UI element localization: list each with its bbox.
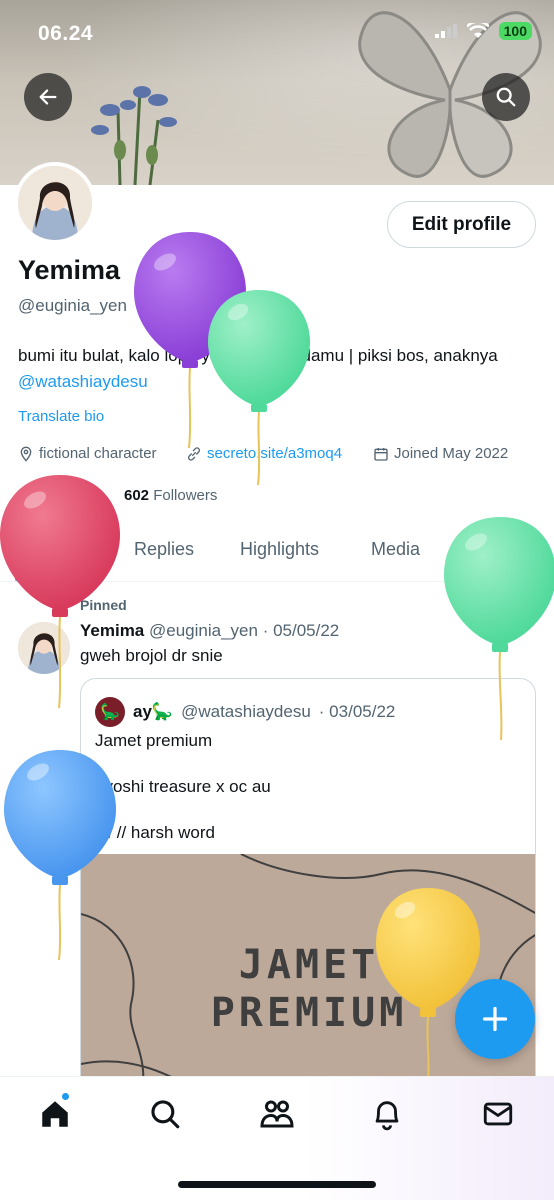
website-link[interactable]: secreto.site/a3moq4 — [207, 445, 342, 462]
calendar-icon — [374, 447, 388, 461]
tweet-date: · 05/05/22 — [262, 621, 340, 640]
mail-icon — [483, 1102, 513, 1126]
communities-icon — [260, 1100, 294, 1128]
location-text: fictional character — [39, 445, 157, 462]
quote-line-1: Jamet premium — [95, 731, 213, 750]
profile-avatar[interactable] — [14, 162, 96, 244]
active-tab-indicator — [15, 577, 97, 581]
profile-tabs: Posts Replies Highlights Media Likes — [0, 520, 554, 582]
quote-image-text-1: JAMET — [238, 942, 380, 988]
location-pin-icon — [20, 446, 32, 462]
search-icon — [496, 87, 516, 107]
search-icon — [151, 1100, 180, 1129]
purple-balloon — [134, 232, 246, 449]
tweet-author-avatar[interactable] — [18, 622, 70, 674]
nav-messages[interactable] — [478, 1094, 518, 1134]
tab-likes[interactable]: Likes — [477, 539, 519, 560]
quote-line-2: ; yoshi treasure x oc au — [95, 777, 271, 796]
home-icon — [42, 1101, 68, 1127]
avatar-photo — [18, 166, 92, 240]
tweet-avatar-photo — [18, 622, 70, 674]
joined-item: Joined May 2022 — [373, 445, 508, 462]
quote-line-3: tw // harsh word — [95, 823, 215, 842]
bell-icon — [375, 1101, 399, 1131]
quote-date: · 03/05/22 — [318, 702, 396, 721]
tweet-header: Yemima @euginia_yen · 05/05/22 — [80, 621, 339, 641]
following-link[interactable]: 85 Following — [18, 487, 102, 504]
nav-notifications[interactable] — [367, 1094, 407, 1134]
followers-link[interactable]: 602 Followers — [124, 487, 217, 504]
battery-indicator: 100 — [498, 22, 532, 40]
nav-search[interactable] — [145, 1094, 185, 1134]
profile-bio: bumi itu bulat, kalo lope ya cintaku pad… — [18, 343, 538, 395]
quote-image[interactable]: JAMET PREMIUM — [81, 854, 535, 1097]
website-item[interactable]: secreto.site/a3moq4 — [186, 445, 342, 462]
tab-posts[interactable]: Posts — [32, 539, 81, 560]
nav-communities[interactable] — [257, 1094, 297, 1134]
compose-button[interactable] — [455, 979, 535, 1059]
pinned-indicator: Pinned — [56, 597, 127, 613]
banner-plant — [91, 86, 177, 185]
edit-profile-button[interactable]: Edit profile — [387, 201, 536, 248]
profile-handle: @euginia_yen — [18, 296, 127, 315]
quote-author-handle: @watashiaydesu — [181, 702, 311, 721]
following-count: 85 — [18, 487, 35, 504]
plus-icon — [482, 1006, 508, 1032]
location-item: fictional character — [18, 445, 157, 462]
status-icons: 100 — [434, 22, 532, 40]
tweet-author-name[interactable]: Yemima — [80, 621, 144, 640]
tweet-text: gweh brojol dr snie — [80, 646, 223, 665]
nav-home[interactable] — [35, 1092, 75, 1134]
tweet-more-icon[interactable]: ··· — [510, 617, 528, 638]
tab-replies[interactable]: Replies — [134, 539, 194, 560]
search-button[interactable] — [482, 73, 530, 121]
tab-highlights[interactable]: Highlights — [240, 539, 319, 560]
quote-header: 🦕 ay🦕 @watashiaydesu · 03/05/22 — [95, 697, 395, 727]
wifi-icon — [466, 23, 489, 38]
joined-date: Joined May 2022 — [394, 445, 509, 462]
followers-count: 602 — [124, 487, 150, 504]
quote-author-avatar: 🦕 — [95, 697, 125, 727]
translate-bio-link[interactable]: Translate bio — [18, 408, 104, 425]
following-label: Following — [34, 487, 103, 504]
back-arrow-icon — [39, 89, 57, 105]
quote-author-name: ay🦕 — [133, 702, 174, 721]
tweet-author-handle[interactable]: @euginia_yen — [149, 621, 258, 640]
home-notification-dot — [61, 1092, 70, 1101]
red-balloon — [0, 475, 120, 709]
display-name: Yemima — [18, 255, 121, 285]
pinned-label: Pinned — [80, 597, 127, 613]
back-button[interactable] — [24, 73, 72, 121]
link-icon — [188, 446, 200, 461]
cellular-signal-icon — [434, 24, 457, 38]
status-time: 06.24 — [38, 22, 94, 45]
bio-mention-link[interactable]: @watashiaydesu — [18, 372, 148, 391]
bio-text: bumi itu bulat, kalo lope ya cintaku pad… — [18, 346, 498, 365]
followers-label: Followers — [149, 487, 218, 504]
home-indicator[interactable] — [178, 1181, 376, 1188]
tab-media[interactable]: Media — [371, 539, 420, 560]
pin-icon — [57, 598, 71, 612]
